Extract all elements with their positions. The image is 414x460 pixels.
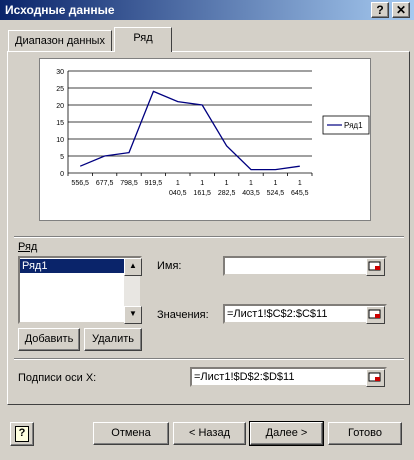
y-tick-label: 5	[60, 154, 64, 161]
tab-label: Диапазон данных	[15, 35, 105, 47]
x-axis-labels-label: Подписи оси X:	[18, 372, 97, 384]
add-button[interactable]: Добавить	[18, 328, 80, 351]
assistant-help-button[interactable]: ?	[10, 422, 34, 446]
tab-series[interactable]: Ряд	[114, 27, 172, 52]
x-tick-label: 1	[298, 180, 302, 187]
collapse-dialog-icon[interactable]	[366, 306, 385, 324]
x-tick-label: 919,5	[145, 180, 163, 187]
series-label-text: Ряд	[18, 241, 38, 253]
y-tick-label: 20	[56, 103, 64, 110]
x-tick-label-line2: 040,5	[169, 190, 187, 197]
next-button-label: Далее >	[265, 427, 308, 439]
y-tick-label: 0	[60, 171, 64, 178]
scroll-up-icon[interactable]: ▲	[124, 258, 142, 276]
line-chart: 0 5 10 15 20 25 30 556,5 677,5 798,5 919,5 1 040,5 1…	[56, 69, 370, 197]
x-tick-label-line2: 403,5	[242, 190, 260, 197]
x-tick-label: 1	[273, 180, 277, 187]
x-tick-label-line2: 161,5	[193, 190, 211, 197]
x-tick-label: 1	[249, 180, 253, 187]
values-field[interactable]: =Лист1!$C$2:$C$11	[223, 304, 387, 324]
x-tick-label: 1	[176, 180, 180, 187]
finish-button-label: Готово	[348, 427, 382, 439]
collapse-dialog-icon[interactable]	[366, 369, 385, 387]
tab-data-range[interactable]: Диапазон данных	[8, 30, 112, 52]
x-tick-label: 1	[200, 180, 204, 187]
y-tick-label: 15	[56, 120, 64, 127]
y-tick-label: 25	[56, 86, 64, 93]
values-label: Значения:	[157, 309, 209, 321]
remove-button-label: Удалить	[92, 333, 134, 345]
close-button[interactable]: ✕	[392, 2, 410, 18]
scrollbar[interactable]: ▲ ▼	[124, 258, 142, 324]
back-button-label: < Назад	[189, 427, 230, 439]
x-tick-label: 798,5	[120, 180, 138, 187]
x-tick-label-line2: 524,5	[267, 190, 285, 197]
x-axis-labels-value: =Лист1!$D$2:$D$11	[194, 371, 295, 383]
series-listbox[interactable]: Ряд1 ▲ ▼	[18, 256, 142, 324]
series-label: Ряд	[18, 241, 37, 253]
help-button[interactable]: ?	[371, 2, 389, 18]
legend-label: Ряд1	[344, 121, 363, 130]
separator	[14, 358, 404, 360]
x-axis-labels-field[interactable]: =Лист1!$D$2:$D$11	[190, 367, 387, 387]
back-button[interactable]: < Назад	[173, 422, 246, 445]
series-line	[79, 90, 300, 171]
scroll-down-icon[interactable]: ▼	[124, 306, 142, 324]
x-tick-label-line2: 282,5	[218, 190, 236, 197]
finish-button[interactable]: Готово	[328, 422, 402, 445]
x-tick-label: 677,5	[96, 180, 114, 187]
cancel-button-label: Отмена	[111, 427, 151, 439]
help-icon: ?	[15, 426, 29, 442]
add-button-label: Добавить	[24, 333, 74, 345]
next-button[interactable]: Далее >	[249, 421, 324, 446]
y-tick-label: 10	[56, 137, 64, 144]
window-title: Исходные данные	[5, 3, 115, 17]
cancel-button[interactable]: Отмена	[93, 422, 169, 445]
values-value: =Лист1!$C$2:$C$11	[227, 308, 328, 320]
remove-button[interactable]: Удалить	[84, 328, 142, 351]
x-tick-label: 1	[225, 180, 229, 187]
name-label: Имя:	[157, 260, 182, 272]
x-tick-label-line2: 645,5	[291, 190, 309, 197]
separator	[14, 236, 404, 238]
tab-label: Ряд	[133, 32, 153, 44]
x-tick-label: 556,5	[71, 180, 89, 187]
name-field[interactable]	[223, 256, 387, 276]
list-item[interactable]: Ряд1	[20, 259, 126, 273]
chart-preview: 0 5 10 15 20 25 30 556,5 677,5 798,5 919,5 1 040,5 1…	[39, 58, 371, 221]
y-tick-label: 30	[56, 69, 64, 76]
collapse-dialog-icon[interactable]	[366, 258, 385, 276]
